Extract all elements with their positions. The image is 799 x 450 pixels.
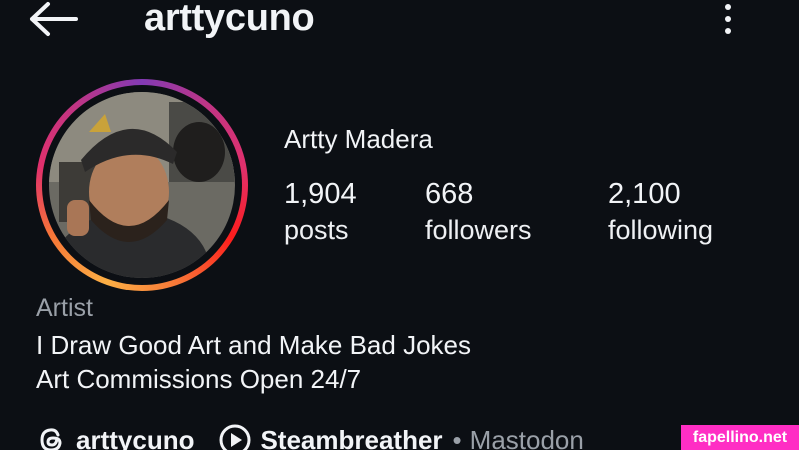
bio-line-2: Art Commissions Open 24/7 <box>36 364 362 394</box>
followers-count: 668 <box>425 178 474 210</box>
followers-label: followers <box>425 215 532 245</box>
back-button[interactable] <box>26 0 82 38</box>
threads-link[interactable]: arttycuno <box>36 424 194 450</box>
more-options-button[interactable] <box>716 0 740 38</box>
posts-count: 1,904 <box>284 178 357 210</box>
bio-line-1: I Draw Good Art and Make Bad Jokes <box>36 330 471 360</box>
external-link-secondary: Mastodon <box>469 424 584 450</box>
watermark-badge: fapellino.net <box>681 425 799 450</box>
following-label: following <box>608 215 714 245</box>
threads-icon <box>40 428 62 450</box>
profile-category: Artist <box>36 294 93 322</box>
top-bar: arttycuno <box>0 0 799 42</box>
external-link-label: Steambreather <box>260 424 443 450</box>
stat-followers[interactable]: 668 followers <box>425 178 532 250</box>
stat-following[interactable]: 2,100 following <box>608 178 713 250</box>
avatar-photo <box>49 92 235 278</box>
threads-link-label: arttycuno <box>76 424 195 450</box>
external-link[interactable]: Steambreather • Mastodon <box>218 423 584 450</box>
play-circle-icon <box>219 424 251 450</box>
display-name: Artty Madera <box>284 124 433 154</box>
link-separator: • <box>452 424 462 450</box>
username-title: arttycuno <box>144 0 315 39</box>
following-count: 2,100 <box>608 178 681 210</box>
more-vertical-icon <box>725 4 731 10</box>
posts-label: posts <box>284 215 349 245</box>
arrow-left-icon <box>30 2 78 36</box>
profile-links: arttycuno Steambreather • Mastodon <box>36 422 584 450</box>
profile-avatar[interactable] <box>36 79 248 291</box>
stat-posts[interactable]: 1,904 posts <box>284 178 357 250</box>
